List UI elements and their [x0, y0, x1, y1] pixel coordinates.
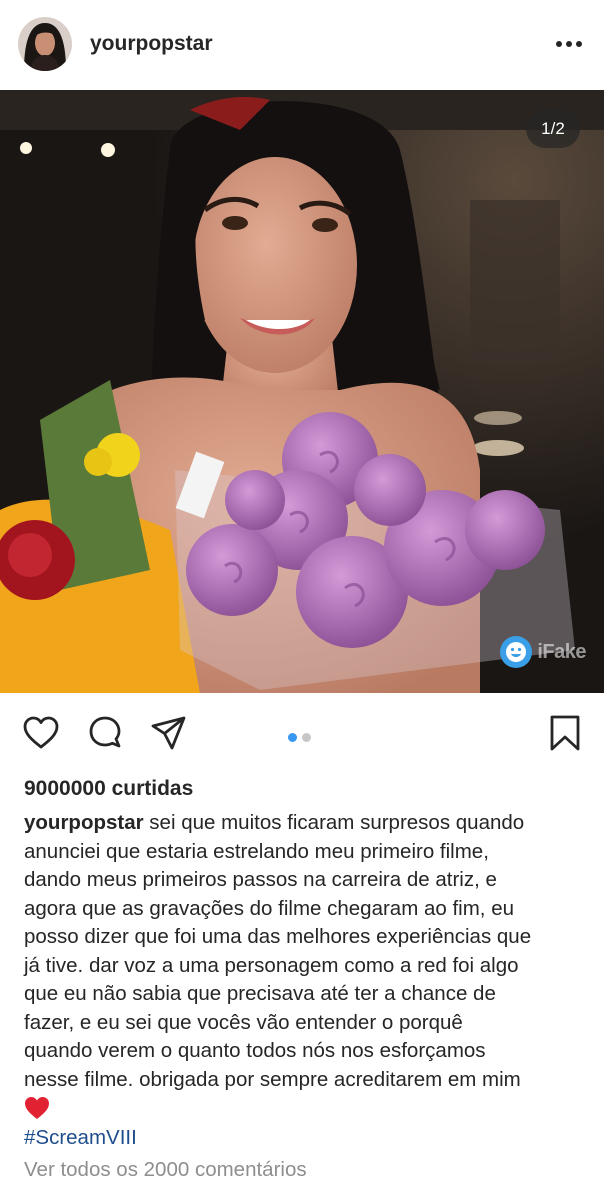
smiley-icon — [500, 636, 533, 668]
caption: yourpopstar sei que muitos ficaram surpr… — [24, 809, 584, 1094]
likes-count[interactable]: 9000000 curtidas — [24, 777, 193, 801]
action-bar — [0, 706, 604, 760]
hashtag-link[interactable]: #ScreamVIII — [24, 1126, 137, 1150]
more-options-icon[interactable] — [556, 29, 582, 59]
view-comments-link[interactable]: Ver todos os 2000 comentários — [24, 1158, 307, 1182]
post-username[interactable]: yourpopstar — [90, 32, 213, 56]
post-header: yourpopstar — [0, 0, 604, 88]
caption-username[interactable]: yourpopstar — [24, 811, 144, 834]
post-photo — [0, 90, 604, 693]
comment-icon[interactable] — [86, 714, 124, 752]
save-bookmark-icon[interactable] — [546, 714, 584, 752]
caption-line: que eu não sabia que precisava até ter a… — [24, 982, 496, 1005]
caption-line: fazer, e eu sei que vocês vão entender o… — [24, 1010, 463, 1034]
caption-line: nesse filme. obrigada por sempre acredit… — [24, 1067, 521, 1091]
carousel-dot-active — [288, 733, 297, 742]
watermark: iFake — [499, 635, 586, 669]
caption-line: já tive. dar voz a uma personagem como a… — [24, 953, 519, 977]
carousel-indicator — [288, 733, 311, 742]
slide-counter: 1/2 — [526, 110, 580, 148]
like-heart-icon[interactable] — [22, 714, 60, 752]
share-icon[interactable] — [150, 714, 188, 752]
post-image[interactable]: 1/2 iFake — [0, 90, 604, 693]
caption-line: anunciei que estaria estrelando meu prim… — [24, 839, 489, 863]
watermark-text: iFake — [537, 640, 586, 663]
caption-line: sei que muitos ficaram surpresos quando — [143, 811, 525, 834]
caption-line: agora que as gravações do filme chegaram… — [24, 896, 514, 920]
caption-line: quando verem o quanto todos nós nos esfo… — [24, 1039, 486, 1062]
avatar[interactable] — [18, 17, 72, 71]
carousel-dot — [302, 733, 311, 742]
caption-line: posso dizer que foi uma das melhores exp… — [24, 925, 532, 948]
caption-line: dando meus primeiros passos na carreira … — [24, 868, 497, 891]
red-heart-emoji-icon — [25, 1097, 49, 1119]
